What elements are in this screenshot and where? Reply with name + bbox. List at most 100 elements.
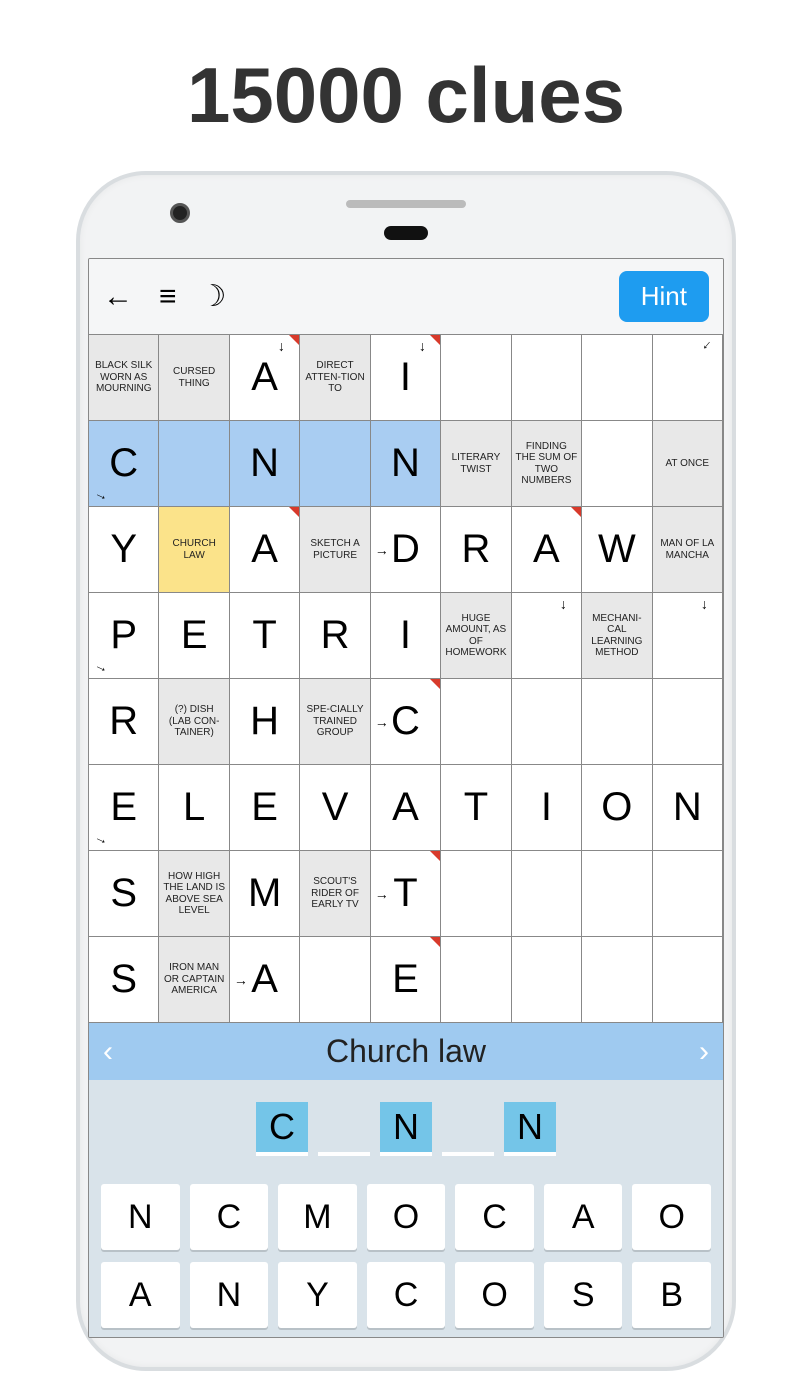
crossword-grid[interactable]: BLACK SILK WORN AS MOURNINGCURSED THINGA… — [89, 334, 723, 1023]
grid-cell[interactable]: E→ — [89, 765, 159, 851]
grid-cell[interactable]: W — [582, 507, 652, 593]
grid-cell[interactable]: A — [512, 507, 582, 593]
grid-cell[interactable]: CHURCH LAW — [159, 507, 229, 593]
grid-cell[interactable]: R — [300, 593, 370, 679]
grid-cell[interactable]: N — [230, 421, 300, 507]
grid-cell[interactable]: C→ — [371, 679, 441, 765]
grid-cell[interactable]: SKETCH A PICTURE — [300, 507, 370, 593]
grid-cell[interactable]: I — [512, 765, 582, 851]
grid-cell[interactable] — [582, 335, 652, 421]
grid-cell[interactable]: CURSED THING — [159, 335, 229, 421]
grid-cell[interactable] — [653, 851, 723, 937]
next-clue-icon[interactable]: › — [699, 1035, 709, 1069]
grid-cell[interactable]: I→ — [371, 335, 441, 421]
grid-cell[interactable]: E — [371, 937, 441, 1023]
grid-cell[interactable]: SCOUT'S RIDER OF EARLY TV — [300, 851, 370, 937]
answer-slot[interactable] — [318, 1102, 370, 1156]
grid-cell[interactable]: S — [89, 937, 159, 1023]
grid-cell[interactable]: LITERARY TWIST — [441, 421, 511, 507]
grid-cell[interactable] — [653, 679, 723, 765]
letter-key[interactable]: A — [101, 1262, 180, 1328]
grid-cell[interactable] — [441, 937, 511, 1023]
answer-slot[interactable]: N — [380, 1102, 432, 1156]
letter-key[interactable]: C — [190, 1184, 269, 1250]
grid-cell[interactable]: O — [582, 765, 652, 851]
letter-key[interactable]: N — [190, 1262, 269, 1328]
grid-cell[interactable] — [512, 335, 582, 421]
grid-cell[interactable] — [300, 937, 370, 1023]
grid-cell[interactable]: A→ — [230, 937, 300, 1023]
grid-cell[interactable]: DIRECT ATTEN-TION TO — [300, 335, 370, 421]
grid-cell[interactable]: D→ — [371, 507, 441, 593]
grid-cell[interactable]: N — [371, 421, 441, 507]
grid-cell[interactable]: MECHANI-CAL LEARNING METHOD — [582, 593, 652, 679]
grid-cell[interactable]: T→ — [371, 851, 441, 937]
grid-cell[interactable]: T — [230, 593, 300, 679]
letter-key[interactable]: B — [632, 1262, 711, 1328]
letter-keyboard: NCMOCAOANYCOSB — [89, 1184, 723, 1328]
grid-cell[interactable]: C→ — [89, 421, 159, 507]
answer-slot[interactable]: N — [504, 1102, 556, 1156]
grid-cell[interactable]: E — [159, 593, 229, 679]
night-mode-icon[interactable]: ☽ — [200, 279, 227, 314]
grid-cell[interactable] — [441, 335, 511, 421]
letter-key[interactable]: S — [544, 1262, 623, 1328]
answer-slot[interactable]: C — [256, 1102, 308, 1156]
grid-cell[interactable]: → — [512, 593, 582, 679]
letter-key[interactable]: A — [544, 1184, 623, 1250]
grid-cell[interactable] — [582, 421, 652, 507]
grid-cell[interactable]: Y — [89, 507, 159, 593]
back-icon[interactable]: ← — [103, 280, 133, 314]
grid-cell[interactable]: HOW HIGH THE LAND IS ABOVE SEA LEVEL — [159, 851, 229, 937]
letter-key[interactable]: N — [101, 1184, 180, 1250]
grid-cell[interactable]: A — [371, 765, 441, 851]
hint-button[interactable]: Hint — [619, 271, 709, 322]
grid-cell[interactable] — [582, 851, 652, 937]
grid-cell[interactable]: M — [230, 851, 300, 937]
grid-cell[interactable] — [159, 421, 229, 507]
grid-cell[interactable]: BLACK SILK WORN AS MOURNING — [89, 335, 159, 421]
letter-key[interactable]: Y — [278, 1262, 357, 1328]
letter-key[interactable]: O — [367, 1184, 446, 1250]
grid-cell[interactable]: A→ — [230, 335, 300, 421]
grid-cell[interactable]: HUGE AMOUNT, AS OF HOMEWORK — [441, 593, 511, 679]
letter-key[interactable]: C — [455, 1184, 534, 1250]
grid-cell[interactable]: → — [653, 593, 723, 679]
grid-cell[interactable]: H — [230, 679, 300, 765]
grid-cell[interactable]: N — [653, 765, 723, 851]
grid-cell[interactable] — [512, 679, 582, 765]
grid-cell[interactable]: R — [441, 507, 511, 593]
answer-slot[interactable] — [442, 1102, 494, 1156]
letter-key[interactable]: M — [278, 1184, 357, 1250]
grid-cell[interactable]: A — [230, 507, 300, 593]
grid-cell[interactable]: T — [441, 765, 511, 851]
grid-cell[interactable]: R — [89, 679, 159, 765]
letter-key[interactable]: O — [632, 1184, 711, 1250]
grid-cell[interactable]: P→ — [89, 593, 159, 679]
grid-cell[interactable]: E — [230, 765, 300, 851]
grid-cell[interactable] — [512, 937, 582, 1023]
grid-cell[interactable]: SPE-CIALLY TRAINED GROUP — [300, 679, 370, 765]
grid-cell[interactable] — [582, 937, 652, 1023]
grid-cell[interactable]: IRON MAN OR CAPTAIN AMERICA — [159, 937, 229, 1023]
letter-key[interactable]: O — [455, 1262, 534, 1328]
grid-cell[interactable]: FINDING THE SUM OF TWO NUMBERS — [512, 421, 582, 507]
grid-cell[interactable]: MAN OF LA MANCHA — [653, 507, 723, 593]
grid-cell[interactable]: I — [371, 593, 441, 679]
grid-cell[interactable] — [582, 679, 652, 765]
grid-cell[interactable]: V — [300, 765, 370, 851]
grid-cell[interactable]: → — [653, 335, 723, 421]
grid-cell[interactable]: L — [159, 765, 229, 851]
grid-cell[interactable]: S — [89, 851, 159, 937]
grid-cell[interactable]: AT ONCE — [653, 421, 723, 507]
grid-cell[interactable] — [512, 851, 582, 937]
grid-cell[interactable] — [300, 421, 370, 507]
grid-cell[interactable]: (?) DISH (LAB CON-TAINER) — [159, 679, 229, 765]
menu-icon[interactable]: ≡ — [159, 280, 174, 314]
letter-key[interactable]: C — [367, 1262, 446, 1328]
grid-cell[interactable] — [441, 679, 511, 765]
grid-cell[interactable] — [653, 937, 723, 1023]
grid-cell[interactable] — [441, 851, 511, 937]
arrow-right-icon: → — [234, 972, 248, 988]
prev-clue-icon[interactable]: ‹ — [103, 1035, 113, 1069]
